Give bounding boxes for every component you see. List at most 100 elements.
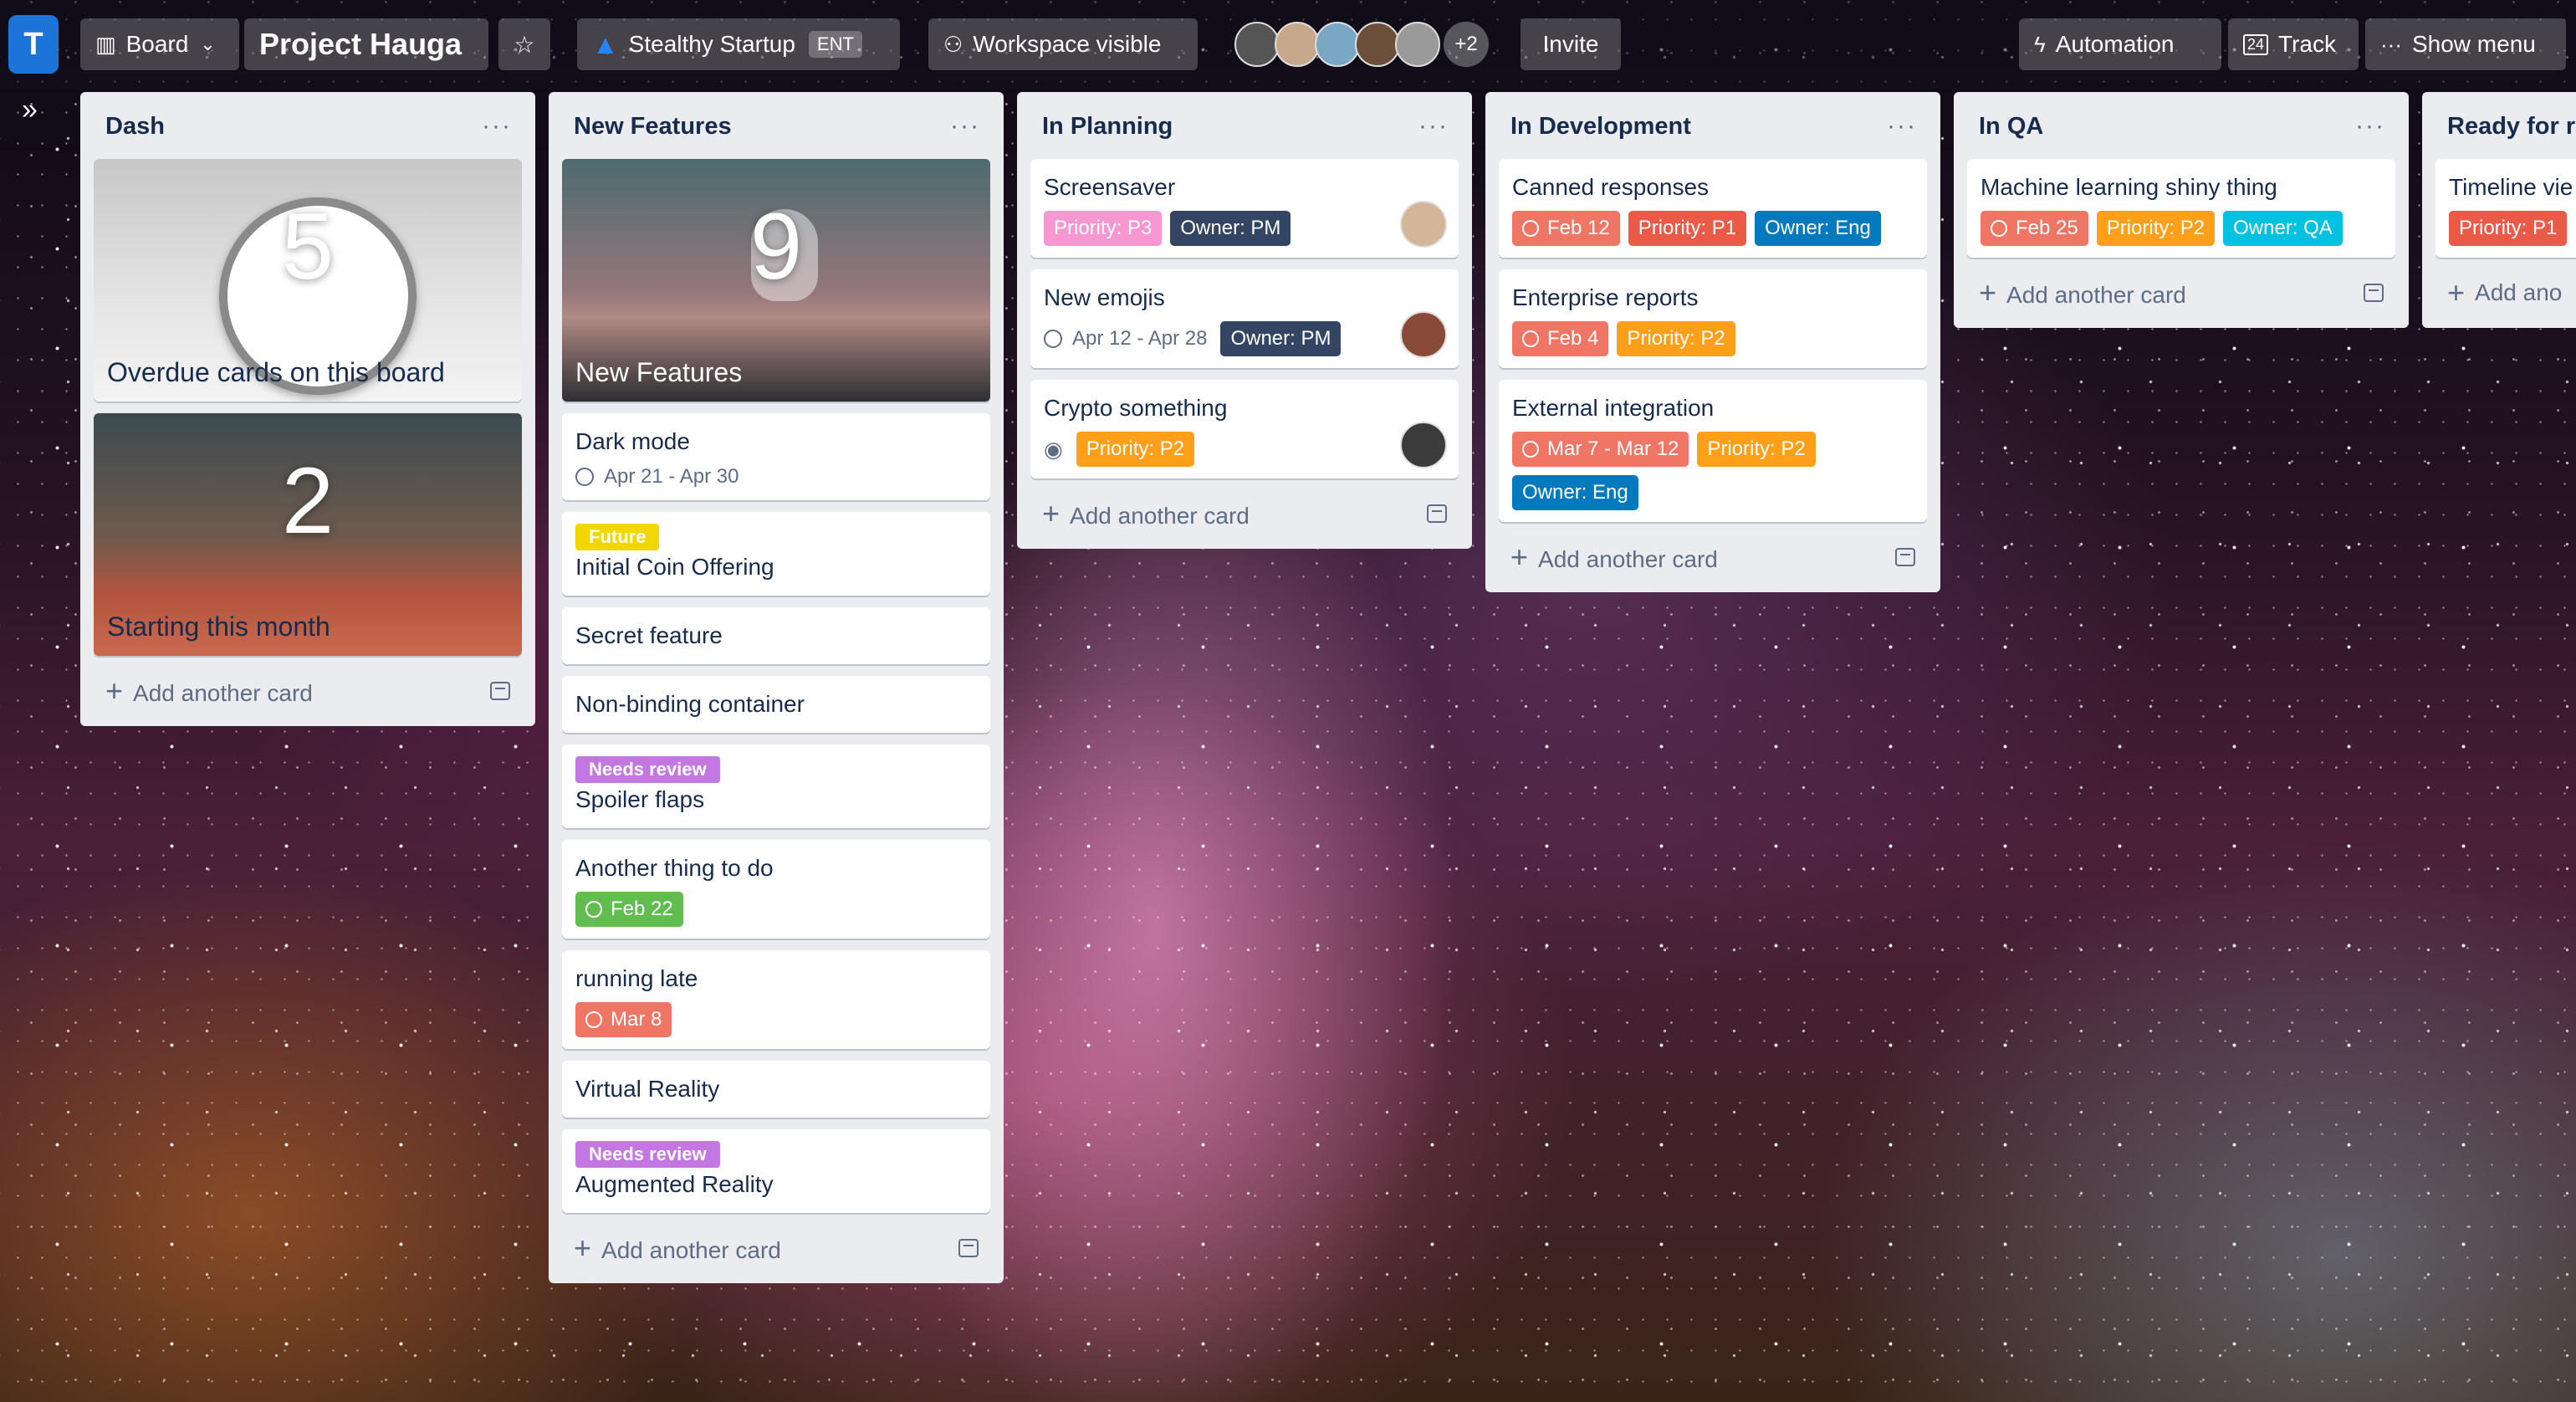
board-icon: ▥ <box>95 31 116 57</box>
invite-button[interactable]: Invite <box>1521 18 1621 70</box>
visibility-button[interactable]: ⚇ Workspace visible <box>928 18 1198 70</box>
card-title: Overdue cards on this board <box>107 357 445 387</box>
due-date-badge: Mar 7 - Mar 12 <box>1512 432 1689 467</box>
label-priority: Priority: P1 <box>1628 211 1747 246</box>
track-button[interactable]: 24 Track <box>2228 18 2359 70</box>
card-running-late[interactable]: running late Mar 8 <box>562 950 990 1049</box>
list-menu-icon[interactable]: ··· <box>1887 112 1927 141</box>
new-features-cover-card[interactable]: 9 New Features <box>562 159 990 402</box>
template-icon[interactable] <box>490 682 510 700</box>
avatar[interactable] <box>1275 22 1320 67</box>
card-augmented-reality[interactable]: Needs review Augmented Reality <box>562 1129 990 1213</box>
label-owner: Owner: PM <box>1170 211 1291 246</box>
template-icon[interactable] <box>958 1239 979 1257</box>
automation-button[interactable]: ϟ Automation <box>2019 18 2221 70</box>
star-icon: ☆ <box>514 31 535 58</box>
board-view-switcher[interactable]: ▥ Board ⌄ <box>80 18 239 70</box>
label-priority: Priority: P2 <box>1076 432 1195 467</box>
label-owner: Owner: PM <box>1220 321 1342 356</box>
add-card-button[interactable]: + Add another card <box>1030 490 1459 537</box>
card-title: New Features <box>575 357 743 387</box>
chevron-down-icon: ⌄ <box>200 33 216 54</box>
card-crypto-something[interactable]: Crypto something ◉ Priority: P2 <box>1030 380 1459 478</box>
list-title: Dash <box>105 112 165 140</box>
list-menu-icon[interactable]: ··· <box>482 112 522 141</box>
card-secret-feature[interactable]: Secret feature <box>562 607 990 664</box>
star-button[interactable]: ☆ <box>498 18 550 70</box>
card-initial-coin-offering[interactable]: Future Initial Coin Offering <box>562 512 990 596</box>
workspace-badge: ENT <box>808 31 862 58</box>
list-menu-icon[interactable]: ··· <box>1418 112 1459 141</box>
member-avatar[interactable] <box>1400 422 1447 468</box>
clock-icon <box>1991 220 2007 237</box>
dash-card-overdue[interactable]: 5 Overdue cards on this board <box>94 159 522 402</box>
show-menu-button[interactable]: ··· Show menu <box>2365 18 2566 70</box>
add-card-button[interactable]: + Add ano <box>2435 269 2576 316</box>
template-icon[interactable] <box>2364 284 2384 302</box>
due-date-badge: Feb 25 <box>1981 211 2088 246</box>
list-menu-icon[interactable]: ··· <box>950 112 990 141</box>
label-priority: Priority: P2 <box>2096 211 2216 246</box>
card-enterprise-reports[interactable]: Enterprise reports Feb 4 Priority: P2 <box>1499 269 1927 368</box>
add-card-button[interactable]: + Add another card <box>1967 269 2395 316</box>
template-icon[interactable] <box>1427 504 1447 523</box>
atlassian-icon: ▲ <box>592 28 619 59</box>
more-members-button[interactable]: +2 <box>1444 22 1489 67</box>
list-menu-icon[interactable]: ··· <box>2355 112 2395 141</box>
list-title: In Development <box>1510 112 1691 140</box>
card-title: Machine learning shiny thing <box>1981 174 2277 200</box>
board-header: T ▥ Board ⌄ Project Hauga ☆ ▲ Stealthy S… <box>0 0 2576 89</box>
app-logo[interactable]: T <box>8 15 59 74</box>
card-spoiler-flaps[interactable]: Needs review Spoiler flaps <box>562 744 990 828</box>
due-date-badge: Feb 12 <box>1512 211 1620 246</box>
card-canned-responses[interactable]: Canned responses Feb 12 Priority: P1 Own… <box>1499 159 1927 258</box>
board-view-label: Board <box>125 31 189 57</box>
card-count: 9 <box>749 194 803 299</box>
plus-icon: + <box>574 1231 592 1265</box>
avatar[interactable] <box>1315 22 1360 67</box>
card-dark-mode[interactable]: Dark mode Apr 21 - Apr 30 <box>562 413 990 500</box>
card-new-emojis[interactable]: New emojis Apr 12 - Apr 28 Owner: PM <box>1030 269 1459 368</box>
card-another-thing[interactable]: Another thing to do Feb 22 <box>562 840 990 939</box>
label-owner: Owner: QA <box>2223 211 2343 246</box>
avatar[interactable] <box>1234 22 1280 67</box>
sidebar-expand-icon[interactable]: » <box>22 95 38 124</box>
card-timeline-view[interactable]: Timeline vie Priority: P1 <box>2435 159 2576 258</box>
add-card-button[interactable]: + Add another card <box>94 668 522 714</box>
due-text: Feb 12 <box>1547 217 1610 239</box>
list-in-planning: In Planning ··· Screensaver Priority: P3… <box>1017 92 1472 549</box>
visibility-label: Workspace visible <box>973 31 1162 57</box>
due-date-badge: Feb 4 <box>1512 321 1609 356</box>
card-dates: Apr 21 - Apr 30 <box>575 465 739 489</box>
list-title: Ready for r <box>2447 112 2576 140</box>
card-title: Non-binding container <box>575 691 805 717</box>
eye-icon: ◉ <box>1044 436 1063 462</box>
member-avatar[interactable] <box>1400 311 1447 358</box>
plus-icon: + <box>105 673 124 708</box>
card-virtual-reality[interactable]: Virtual Reality <box>562 1061 990 1118</box>
automation-label: Automation <box>2055 31 2175 57</box>
plus-icon: + <box>1979 275 1997 310</box>
card-label-future: Future <box>575 524 660 550</box>
add-card-button[interactable]: + Add another card <box>562 1225 990 1272</box>
add-card-button[interactable]: + Add another card <box>1499 534 1927 581</box>
plus-icon: + <box>2447 275 2466 310</box>
show-menu-label: Show menu <box>2411 31 2536 57</box>
card-screensaver[interactable]: Screensaver Priority: P3 Owner: PM <box>1030 159 1459 258</box>
avatar[interactable] <box>1355 22 1400 67</box>
dash-card-starting[interactable]: 2 Starting this month <box>94 413 522 656</box>
add-card-label: Add another card <box>133 680 313 706</box>
template-icon[interactable] <box>1895 548 1915 566</box>
member-avatars: +2 <box>1234 22 1489 69</box>
date-text: Apr 21 - Apr 30 <box>604 465 739 488</box>
avatar[interactable] <box>1395 22 1440 67</box>
card-machine-learning[interactable]: Machine learning shiny thing Feb 25 Prio… <box>1967 159 2395 258</box>
member-avatar[interactable] <box>1400 201 1447 248</box>
card-title: running late <box>575 965 698 991</box>
workspace-button[interactable]: ▲ Stealthy Startup ENT <box>577 18 900 70</box>
card-external-integration[interactable]: External integration Mar 7 - Mar 12 Prio… <box>1499 380 1927 522</box>
card-title: Timeline vie <box>2449 174 2573 200</box>
card-title: Virtual Reality <box>575 1076 720 1102</box>
card-non-binding-container[interactable]: Non-binding container <box>562 676 990 733</box>
board-name[interactable]: Project Hauga <box>244 18 488 70</box>
